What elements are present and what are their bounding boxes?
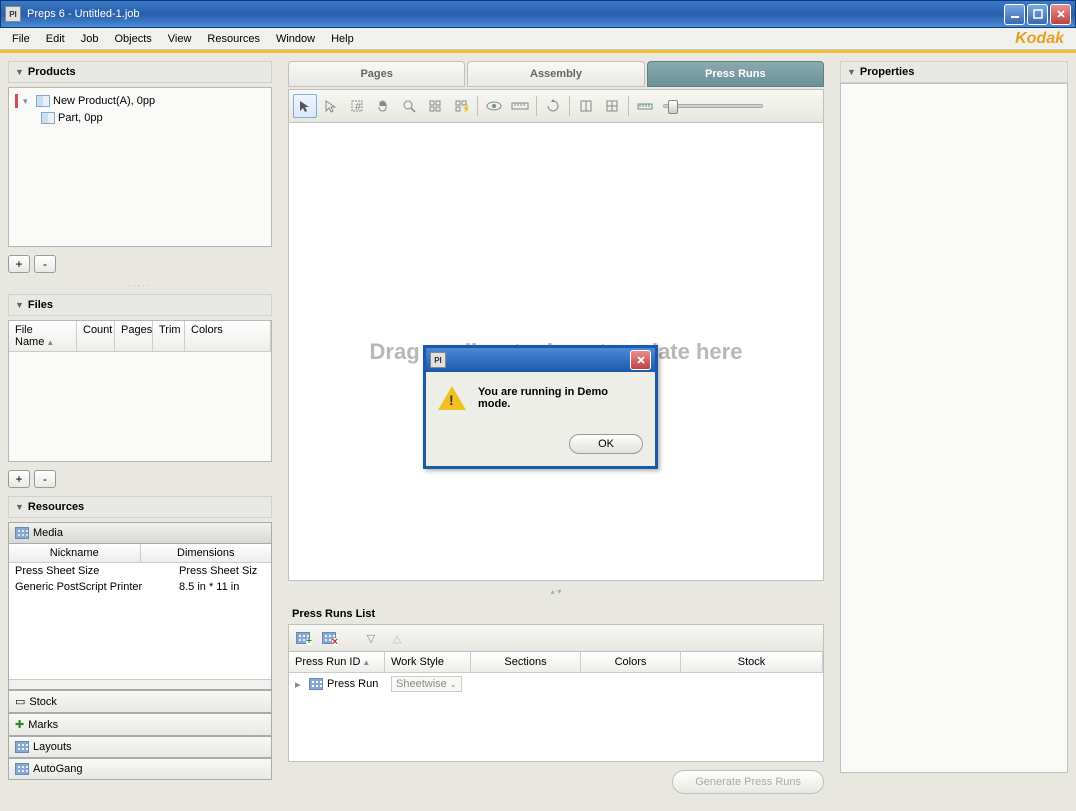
dialog-message: You are running in Demo mode. (478, 386, 643, 410)
demo-mode-dialog: PI You are running in Demo mode. OK (423, 345, 658, 469)
modal-overlay: PI You are running in Demo mode. OK (0, 0, 1076, 811)
warning-icon (438, 386, 466, 410)
dialog-titlebar[interactable]: PI (426, 348, 655, 372)
dialog-app-icon: PI (430, 352, 446, 368)
dialog-ok-button[interactable]: OK (569, 434, 643, 454)
dialog-close-button[interactable] (630, 350, 651, 370)
